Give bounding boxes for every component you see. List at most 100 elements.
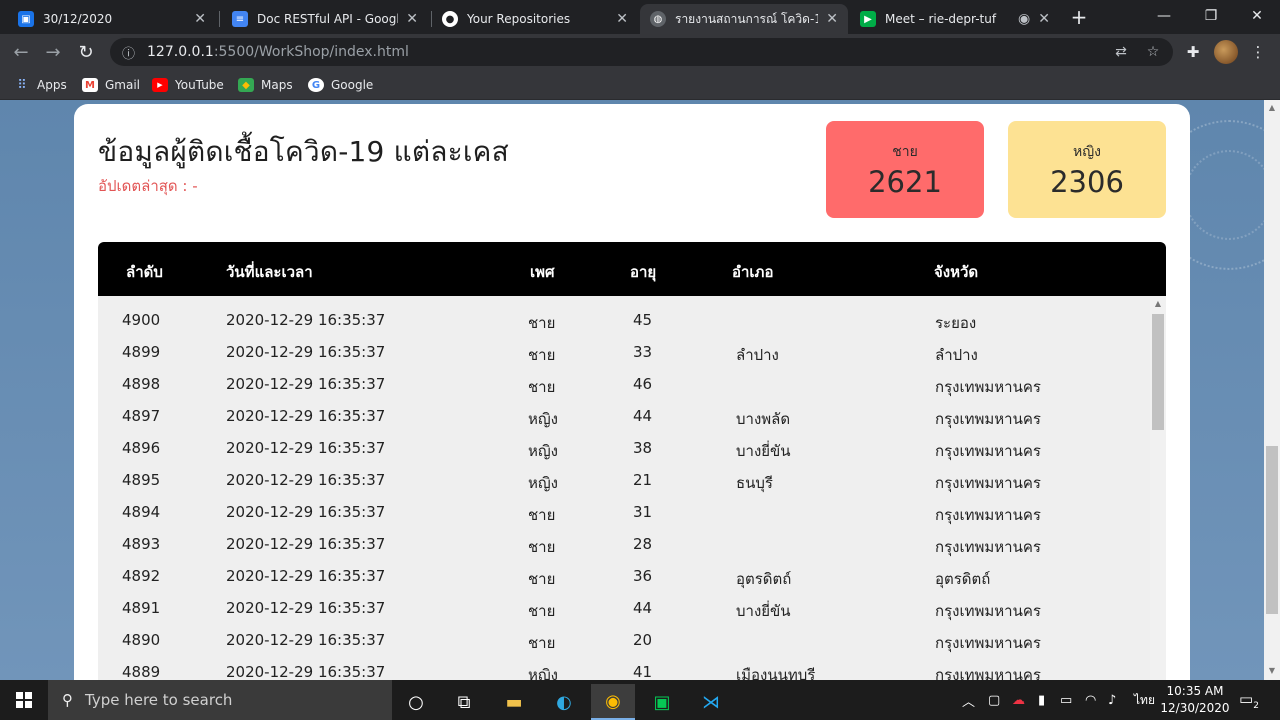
globe-icon: ◍ bbox=[650, 11, 666, 27]
table-body[interactable]: 4900 2020-12-29 16:35:37 ชาย 45 ระยอง 4899 202… bbox=[98, 296, 1166, 680]
cell-district: อุตรดิตถ์ bbox=[736, 570, 792, 588]
tray-device-icon[interactable]: ▢ bbox=[988, 680, 1000, 720]
cell-gender: ชาย bbox=[528, 570, 556, 588]
close-icon[interactable]: ✕ bbox=[1038, 11, 1050, 27]
notification-center-icon[interactable]: ▭2 bbox=[1238, 690, 1260, 711]
cell-number: 4890 bbox=[122, 631, 161, 649]
tab-1[interactable]: ▣ 30/12/2020 ✕ bbox=[8, 4, 216, 34]
start-button[interactable] bbox=[0, 680, 48, 720]
cortana-icon[interactable]: ○ bbox=[394, 684, 438, 720]
male-count: 2621 bbox=[868, 165, 942, 199]
info-icon[interactable]: ⓘ bbox=[122, 43, 135, 62]
table-header: ลำดับ วันที่และเวลา เพศ อายุ อำเภอ จังหว… bbox=[98, 242, 1166, 296]
edge-icon[interactable]: ◐ bbox=[542, 684, 586, 720]
reload-icon[interactable]: ↻ bbox=[73, 40, 99, 66]
browser-toolbar: ← → ↻ ⓘ 127.0.0.1 :5500/WorkShop/index.h… bbox=[0, 34, 1280, 70]
file-explorer-icon[interactable]: ▬ bbox=[492, 684, 536, 720]
tab-4-active[interactable]: ◍ รายงานสถานการณ์ โควิด-19 ✕ bbox=[640, 4, 848, 34]
cell-number: 4896 bbox=[122, 439, 161, 457]
taskbar-search[interactable]: ⚲ Type here to search bbox=[48, 680, 392, 720]
cell-province: อุตรดิตถ์ bbox=[935, 570, 991, 588]
table-row: 4895 2020-12-29 16:35:37 หญิง 21 ธนบุรี กรุงเ… bbox=[98, 464, 1150, 496]
table-row: 4894 2020-12-29 16:35:37 ชาย 31 กรุงเทพมหานค… bbox=[98, 496, 1150, 528]
wifi-icon[interactable]: ◠ bbox=[1085, 680, 1096, 720]
restore-button[interactable]: ❐ bbox=[1188, 4, 1234, 28]
table-row: 4891 2020-12-29 16:35:37 ชาย 44 บางยี่ขัน กรุ… bbox=[98, 592, 1150, 624]
docs-icon: ≡ bbox=[232, 11, 248, 27]
cell-number: 4897 bbox=[122, 407, 161, 425]
translate-icon[interactable]: ⇄ bbox=[1110, 41, 1132, 63]
vscode-icon[interactable]: ⋊ bbox=[689, 684, 733, 720]
back-arrow-icon[interactable]: ← bbox=[8, 40, 34, 66]
volume-icon[interactable]: ♪ bbox=[1108, 680, 1116, 720]
close-icon[interactable]: ✕ bbox=[826, 11, 838, 27]
close-icon[interactable]: ✕ bbox=[194, 11, 206, 27]
table-scrollbar[interactable]: ▲ bbox=[1150, 296, 1166, 680]
cell-age: 36 bbox=[633, 567, 653, 585]
bookmark-google[interactable]: G Google bbox=[308, 76, 373, 94]
extensions-icon[interactable]: ✚ bbox=[1181, 40, 1205, 64]
cell-age: 44 bbox=[633, 407, 653, 425]
bookmarks-bar: ⠿ Apps M Gmail ▶ YouTube ◆ Maps G Google bbox=[0, 70, 1280, 100]
cell-age: 46 bbox=[633, 375, 653, 393]
profile-avatar[interactable] bbox=[1214, 40, 1238, 64]
content-card: ข้อมูลผู้ติดเชื้อโควิด-19 แต่ละเคส อัปเด… bbox=[74, 104, 1190, 680]
system-clock[interactable]: 10:35 AM 12/30/2020 bbox=[1158, 683, 1232, 717]
tray-chevron-icon[interactable]: ︿ bbox=[962, 680, 975, 720]
female-count-card: หญิง 2306 bbox=[1008, 121, 1166, 218]
tab-title: Meet – rie-depr-tuf bbox=[885, 12, 997, 26]
windows-logo-icon bbox=[16, 692, 32, 708]
minimize-button[interactable]: — bbox=[1141, 4, 1187, 28]
cell-district: เมืองนนทบุรี bbox=[736, 666, 816, 680]
meet-icon: ▶ bbox=[860, 11, 876, 27]
close-icon[interactable]: ✕ bbox=[406, 11, 418, 27]
cell-age: 20 bbox=[633, 631, 653, 649]
input-language[interactable]: ไทย bbox=[1134, 680, 1155, 720]
tab-3[interactable]: ● Your Repositories ✕ bbox=[432, 4, 638, 34]
bookmark-gmail[interactable]: M Gmail bbox=[82, 76, 140, 94]
forward-arrow-icon[interactable]: → bbox=[40, 40, 66, 66]
microphone-icon[interactable]: ▮ bbox=[1038, 680, 1045, 720]
bookmark-maps[interactable]: ◆ Maps bbox=[238, 76, 293, 94]
bookmark-youtube[interactable]: ▶ YouTube bbox=[152, 76, 224, 94]
tab-separator bbox=[219, 11, 220, 27]
new-tab-button[interactable]: + bbox=[1068, 6, 1090, 28]
close-window-button[interactable]: ✕ bbox=[1234, 4, 1280, 28]
close-icon[interactable]: ✕ bbox=[616, 11, 628, 27]
tray-cloud-error-icon[interactable]: ☁ bbox=[1012, 680, 1025, 720]
cell-datetime: 2020-12-29 16:35:37 bbox=[226, 535, 386, 553]
scrollbar-thumb[interactable] bbox=[1152, 314, 1164, 430]
page-title: ข้อมูลผู้ติดเชื้อโควิด-19 แต่ละเคส bbox=[98, 135, 509, 168]
cell-province: กรุงเทพมหานคร bbox=[935, 666, 1041, 680]
menu-dots-icon[interactable]: ⋮ bbox=[1246, 40, 1270, 64]
scrollbar-thumb[interactable] bbox=[1266, 446, 1278, 614]
cell-province: กรุงเทพมหานคร bbox=[935, 506, 1041, 524]
table-row: 4898 2020-12-29 16:35:37 ชาย 46 กรุงเทพมหานค… bbox=[98, 368, 1150, 400]
cell-datetime: 2020-12-29 16:35:37 bbox=[226, 631, 386, 649]
cell-gender: หญิง bbox=[528, 474, 558, 492]
scroll-up-icon[interactable]: ▲ bbox=[1153, 299, 1163, 309]
address-bar[interactable]: ⓘ 127.0.0.1 :5500/WorkShop/index.html bbox=[110, 38, 1173, 66]
star-icon[interactable]: ☆ bbox=[1142, 41, 1164, 63]
page-scrollbar[interactable]: ▲ ▼ bbox=[1264, 100, 1280, 680]
scroll-down-icon[interactable]: ▼ bbox=[1267, 666, 1277, 676]
bookmark-label: YouTube bbox=[175, 78, 224, 92]
cell-district: บางยี่ขัน bbox=[736, 602, 791, 620]
table-row: 4900 2020-12-29 16:35:37 ชาย 45 ระยอง bbox=[98, 304, 1150, 336]
cell-datetime: 2020-12-29 16:35:37 bbox=[226, 311, 386, 329]
task-view-icon[interactable]: ⧉ bbox=[442, 684, 486, 720]
tab-2[interactable]: ≡ Doc RESTful API - Google เอกสาร ✕ bbox=[222, 4, 428, 34]
cell-gender: ชาย bbox=[528, 634, 556, 652]
line-icon[interactable]: ▣ bbox=[640, 684, 684, 720]
battery-icon[interactable]: ▭ bbox=[1060, 680, 1072, 720]
cell-gender: ชาย bbox=[528, 378, 556, 396]
bookmark-apps[interactable]: ⠿ Apps bbox=[14, 76, 66, 94]
chrome-icon[interactable]: ◉ bbox=[591, 684, 635, 720]
cell-gender: ชาย bbox=[528, 538, 556, 556]
tab-title: รายงานสถานการณ์ โควิด-19 bbox=[675, 11, 819, 26]
tab-5[interactable]: ▶ Meet – rie-depr-tuf ◉ ✕ bbox=[850, 4, 1060, 34]
scroll-up-icon[interactable]: ▲ bbox=[1267, 103, 1277, 113]
header-datetime: วันที่และเวลา bbox=[226, 263, 313, 281]
cell-gender: ชาย bbox=[528, 314, 556, 332]
windows-taskbar: ⚲ Type here to search ○ ⧉ ▬ ◐ ◉ ▣ ⋊ ︿ ▢ … bbox=[0, 680, 1280, 720]
